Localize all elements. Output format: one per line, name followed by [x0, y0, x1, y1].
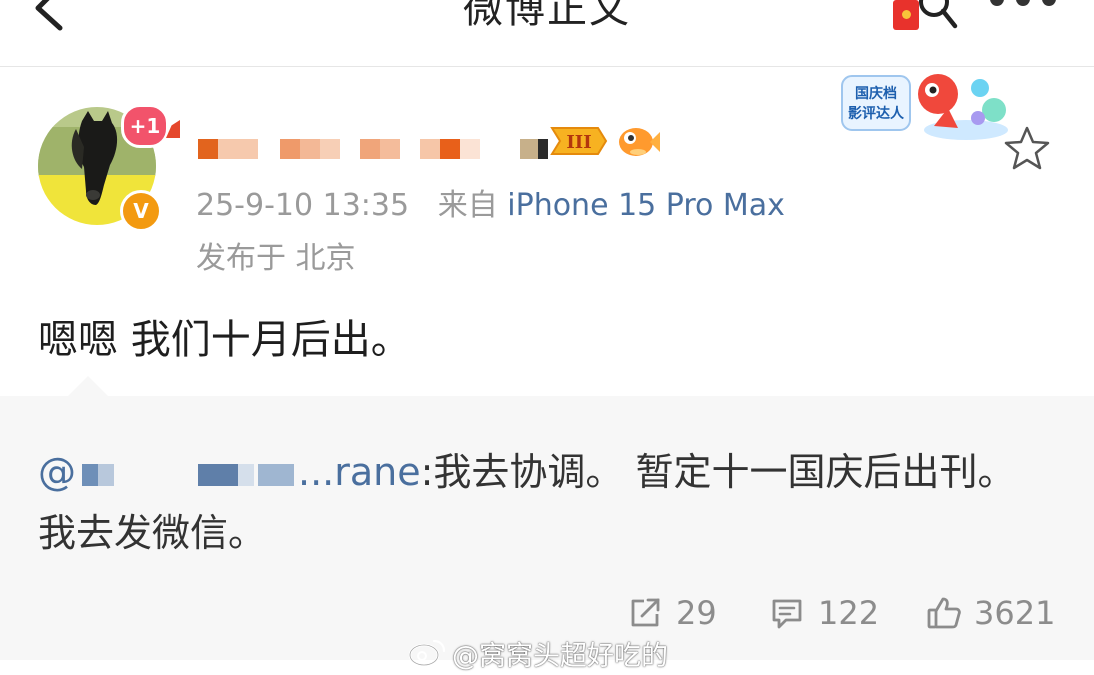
sticker-line-1: 国庆档: [855, 85, 897, 102]
like-button[interactable]: 3621: [926, 594, 1056, 634]
level-badge-icon: III: [550, 127, 608, 155]
quote-pointer: [66, 376, 110, 398]
post-meta: 25-9-10 13:35 来自 iPhone 15 Pro Max: [196, 180, 785, 224]
comment-icon: [772, 599, 802, 629]
red-packet-icon[interactable]: [893, 0, 919, 30]
repost-icon: [631, 598, 660, 627]
mention-redacted: [76, 460, 298, 488]
event-sticker[interactable]: 国庆档 影评达人: [838, 68, 1016, 150]
top-nav-bar: 微博正文: [0, 0, 1094, 67]
post-text: 嗯嗯 我们十月后出。: [38, 317, 411, 363]
like-count: 3621: [974, 594, 1056, 632]
search-icon[interactable]: [918, 0, 958, 32]
quoted-text-line-2: 我去发微信。: [38, 511, 267, 555]
quoted-text-line-1: @ ...rane:我去协调。 暂定十一国庆后出刊。: [38, 441, 1016, 496]
sticker-line-2: 影评达人: [848, 105, 905, 122]
repost-button[interactable]: 29: [628, 594, 728, 634]
thumbs-up-icon: [927, 597, 961, 629]
mention-link[interactable]: @ ...rane: [38, 450, 421, 494]
comment-count: 122: [818, 594, 880, 632]
mention-suffix: ...rane: [298, 450, 421, 494]
more-options-button[interactable]: [990, 0, 1060, 16]
watermark-text: @窝窝头超好吃的: [452, 641, 668, 672]
level-badge-label: III: [566, 132, 591, 153]
notification-badge: +1: [121, 104, 169, 148]
favorite-star-icon[interactable]: [1004, 125, 1050, 171]
post-location: 发布于 北京: [196, 241, 356, 276]
username-redacted[interactable]: [198, 139, 558, 161]
fish-badge-icon: [619, 128, 660, 156]
verified-badge: V: [120, 190, 162, 232]
quoted-text-1: :我去协调。 暂定十一国庆后出刊。: [420, 450, 1016, 494]
weibo-logo-icon: [408, 639, 446, 667]
source-device-link[interactable]: iPhone 15 Pro Max: [507, 188, 785, 223]
mention-prefix: @: [38, 450, 76, 494]
repost-count: 29: [676, 594, 717, 632]
post-timestamp: 25-9-10 13:35: [196, 188, 410, 223]
comment-button[interactable]: 122: [770, 594, 880, 634]
source-prefix: 来自: [437, 188, 498, 223]
